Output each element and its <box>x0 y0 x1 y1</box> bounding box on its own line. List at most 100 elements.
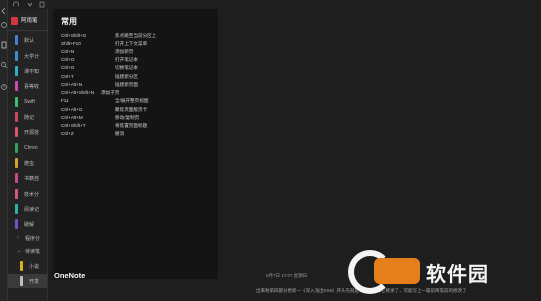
watermark-logo: 软件园 <box>348 250 538 294</box>
section-group[interactable]: › 程序分 <box>8 232 47 244</box>
section-color-tab <box>15 112 18 122</box>
shortcut-key: Ctrl+Alt+G <box>61 107 83 112</box>
shortcut-desc: 插建新页面 <box>115 82 138 87</box>
section-label: 开发 <box>29 279 40 285</box>
section-label: 随记 <box>24 115 35 121</box>
shortcut-desc: 将焦置页面标题 <box>115 123 148 128</box>
shortcut-row: Ctrl+G 切换笔记本 <box>61 64 211 73</box>
section-item[interactable]: 阅读记 <box>8 202 47 216</box>
shortcut-row: Ctrl+Z 撤消 <box>61 130 211 139</box>
shortcut-desc: 打开上下文菜单 <box>115 41 148 46</box>
shortcut-key: Ctrl+Shift+T <box>61 123 86 128</box>
section-item[interactable]: 课不知 <box>8 64 47 78</box>
shortcut-desc: 添加新页 <box>115 49 134 54</box>
shortcut-key: Ctrl+N <box>61 49 75 54</box>
group-label: 程序分 <box>25 236 41 242</box>
section-item[interactable]: 书籍自 <box>8 171 47 185</box>
notebook-sidebar: 阿雨笔 默认 大学计 课不知 喜等收 Swift 随记 开源技 Chron 爬虫… <box>8 9 48 301</box>
page-icon[interactable] <box>38 1 46 8</box>
section-label: 书籍自 <box>24 176 40 182</box>
divider <box>8 30 47 31</box>
shortcut-desc: 打开笔记本 <box>115 57 138 62</box>
expand-icon[interactable] <box>26 1 34 8</box>
page-date: 5月7日 17:07 星期日 <box>266 273 308 278</box>
shortcut-desc: 聚焦页面版页卡 <box>115 107 148 112</box>
section-color-tab <box>15 204 18 214</box>
shortcut-key: Ctrl+Alt+N <box>61 82 83 87</box>
section-item[interactable]: 开源技 <box>8 125 47 139</box>
shortcut-row: F11 全/展开整页视图 <box>61 97 211 106</box>
section-item-selected[interactable]: 开发 <box>8 274 47 288</box>
shortcut-desc: 焦点跳至当前分区上 <box>115 33 157 38</box>
search-icon[interactable] <box>0 56 8 69</box>
section-item[interactable]: 喜等收 <box>8 79 47 93</box>
shortcut-desc: 全/展开整页视图 <box>115 98 149 103</box>
section-color-tab <box>20 261 23 271</box>
section-color-tab <box>15 35 18 45</box>
section-item[interactable]: 破解 <box>8 217 47 231</box>
section-label: 开源技 <box>24 130 40 136</box>
shortcut-key: Ctrl+Alt+M <box>61 115 83 120</box>
section-group[interactable]: ⌄ 待读笔 <box>8 245 47 257</box>
section-item[interactable]: Swift <box>8 95 47 109</box>
shortcut-key: Ctrl+T <box>61 74 74 79</box>
shortcut-panel: 常用 Ctrl+Shift+G 焦点跳至当前分区上 Shift+F10 打开上下… <box>53 9 218 280</box>
section-label: 课不知 <box>24 69 40 75</box>
notebook-icon <box>11 17 18 25</box>
section-color-tab <box>15 51 18 61</box>
section-label: 大学计 <box>24 54 40 60</box>
shortcut-key: Ctrl+Shift+G <box>61 33 87 38</box>
section-label: 喜等收 <box>24 84 40 90</box>
section-item[interactable]: Chron <box>8 141 47 155</box>
section-color-tab <box>15 97 18 107</box>
section-label: 默认 <box>24 38 35 44</box>
section-color-tab <box>15 173 18 183</box>
section-label: 破解 <box>24 222 35 228</box>
shortcut-key: F11 <box>61 98 69 103</box>
shortcut-desc: 添加子页 <box>101 90 120 95</box>
section-label: Chron <box>24 145 38 151</box>
section-color-tab <box>15 66 18 76</box>
notebook-header[interactable]: 阿雨笔 <box>8 15 47 27</box>
section-color-tab <box>15 127 18 137</box>
notebook-icon[interactable] <box>0 36 8 49</box>
shortcut-desc: 撤消 <box>115 131 125 136</box>
section-item[interactable]: 小说 <box>8 259 47 273</box>
sync-icon[interactable] <box>12 1 20 8</box>
shortcut-key: Ctrl+O <box>61 57 75 62</box>
chevron-right-icon[interactable]: › <box>17 235 19 241</box>
notebook-name: 阿雨笔 <box>21 18 38 24</box>
shortcut-key: Ctrl+Alt+Shift+N <box>61 90 95 95</box>
section-color-tab <box>15 189 18 199</box>
section-label: 小说 <box>29 264 40 270</box>
watermark-badge-icon <box>374 258 420 284</box>
section-label: 技术分 <box>24 192 40 198</box>
section-label: Swift <box>24 99 35 105</box>
section-item[interactable]: 大学计 <box>8 49 47 63</box>
section-color-tab <box>20 276 23 286</box>
chevron-down-icon[interactable]: ⌄ <box>17 248 21 254</box>
section-item[interactable]: 技术分 <box>8 187 47 201</box>
section-color-tab <box>15 81 18 91</box>
section-label: 爬虫 <box>24 161 35 167</box>
watermark-text: 软件园 <box>426 264 489 286</box>
section-item[interactable]: 默认 <box>8 33 47 47</box>
shortcut-key: Ctrl+Z <box>61 131 74 136</box>
recent-icon[interactable] <box>0 78 8 90</box>
section-item[interactable]: 爬虫 <box>8 156 47 170</box>
sync-icon[interactable] <box>0 16 8 28</box>
app-name-label: OneNote <box>54 271 86 280</box>
group-label: 待读笔 <box>25 249 41 255</box>
shortcut-desc: 切换笔记本 <box>115 65 138 70</box>
panel-title: 常用 <box>61 17 77 26</box>
section-color-tab <box>15 219 18 229</box>
shortcut-desc: 插建新分区 <box>115 74 138 79</box>
section-color-tab <box>15 143 18 153</box>
shortcut-key: Shift+F10 <box>61 41 81 46</box>
app-rail <box>0 0 8 301</box>
shortcut-desc: 移动/复制页 <box>115 115 140 120</box>
section-color-tab <box>15 158 18 168</box>
section-item[interactable]: 随记 <box>8 110 47 124</box>
back-icon[interactable] <box>0 2 8 15</box>
shortcut-key: Ctrl+G <box>61 65 75 70</box>
